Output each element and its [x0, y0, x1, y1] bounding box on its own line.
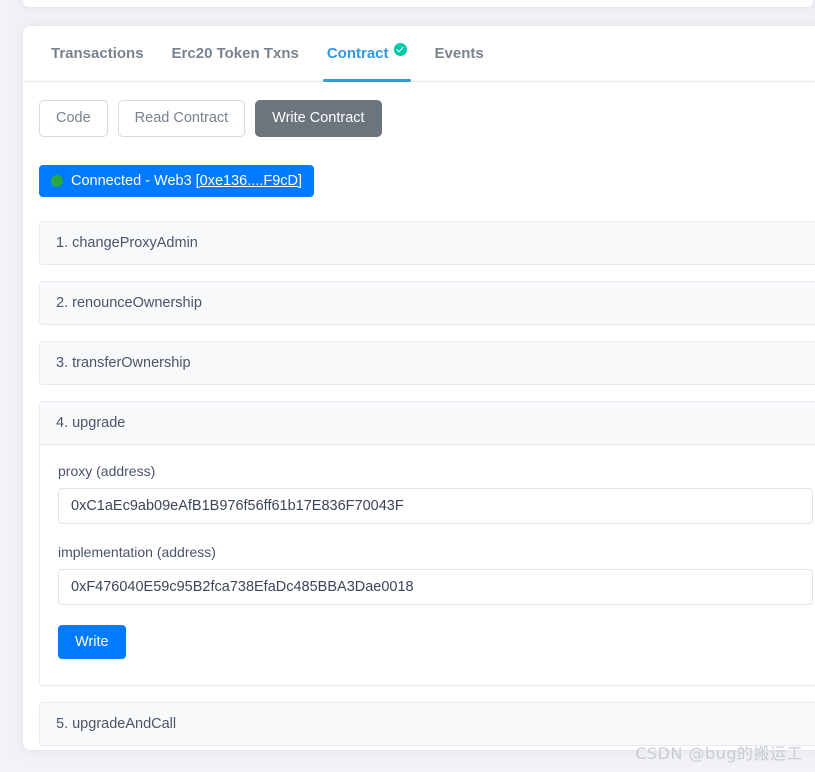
- tab-contract[interactable]: Contract: [313, 26, 421, 82]
- method-header-change-proxy-admin[interactable]: 1. changeProxyAdmin: [39, 220, 815, 265]
- method-item-renounce-ownership: 2. renounceOwnership: [39, 280, 815, 325]
- implementation-address-input[interactable]: [58, 568, 813, 605]
- wallet-address-link[interactable]: [0xe136....F9cD]: [196, 173, 302, 189]
- method-item-transfer-ownership: 3. transferOwnership: [39, 340, 815, 385]
- contract-mode-buttons: Code Read Contract Write Contract: [39, 100, 806, 137]
- method-header-upgrade[interactable]: 4. upgrade: [40, 401, 815, 445]
- method-item-change-proxy-admin: 1. changeProxyAdmin: [39, 220, 815, 265]
- tab-transactions[interactable]: Transactions: [37, 26, 158, 81]
- write-submit-button[interactable]: Write: [58, 624, 126, 659]
- tab-bar: Transactions Erc20 Token Txns Contract E…: [23, 26, 815, 82]
- write-methods-accordion: 1. changeProxyAdmin 2. renounceOwnership…: [39, 220, 815, 746]
- tab-events[interactable]: Events: [421, 26, 498, 81]
- tab-transactions-label: Transactions: [51, 45, 144, 62]
- tab-contract-label: Contract: [326, 45, 389, 62]
- proxy-field-label: proxy (address): [58, 462, 156, 479]
- contract-card: Transactions Erc20 Token Txns Contract E…: [22, 25, 815, 751]
- verified-check-icon: [393, 42, 407, 56]
- previous-card-sliver: [22, 0, 814, 8]
- proxy-address-input[interactable]: [58, 487, 813, 524]
- wallet-connected-badge[interactable]: Connected - Web3 [0xe136....F9cD]: [39, 164, 315, 197]
- tab-erc20-token-txns[interactable]: Erc20 Token Txns: [158, 26, 313, 81]
- code-button[interactable]: Code: [39, 100, 108, 137]
- contract-card-body: Code Read Contract Write Contract Connec…: [23, 82, 815, 746]
- tab-events-label: Events: [434, 45, 484, 62]
- method-header-transfer-ownership[interactable]: 3. transferOwnership: [39, 340, 815, 385]
- read-contract-button[interactable]: Read Contract: [117, 100, 246, 137]
- method-body-upgrade: proxy (address) implementation (address)…: [40, 445, 815, 685]
- implementation-field-label: implementation (address): [58, 543, 216, 560]
- write-contract-button[interactable]: Write Contract: [255, 100, 382, 137]
- method-header-renounce-ownership[interactable]: 2. renounceOwnership: [39, 280, 815, 325]
- method-item-upgrade: 4. upgrade proxy (address) implementatio…: [39, 400, 815, 686]
- wallet-status-label: Connected - Web3: [71, 172, 192, 189]
- tab-erc20-token-txns-label: Erc20 Token Txns: [171, 45, 299, 62]
- status-dot-icon: [51, 174, 63, 187]
- watermark: CSDN @bug的搬运工: [635, 744, 803, 763]
